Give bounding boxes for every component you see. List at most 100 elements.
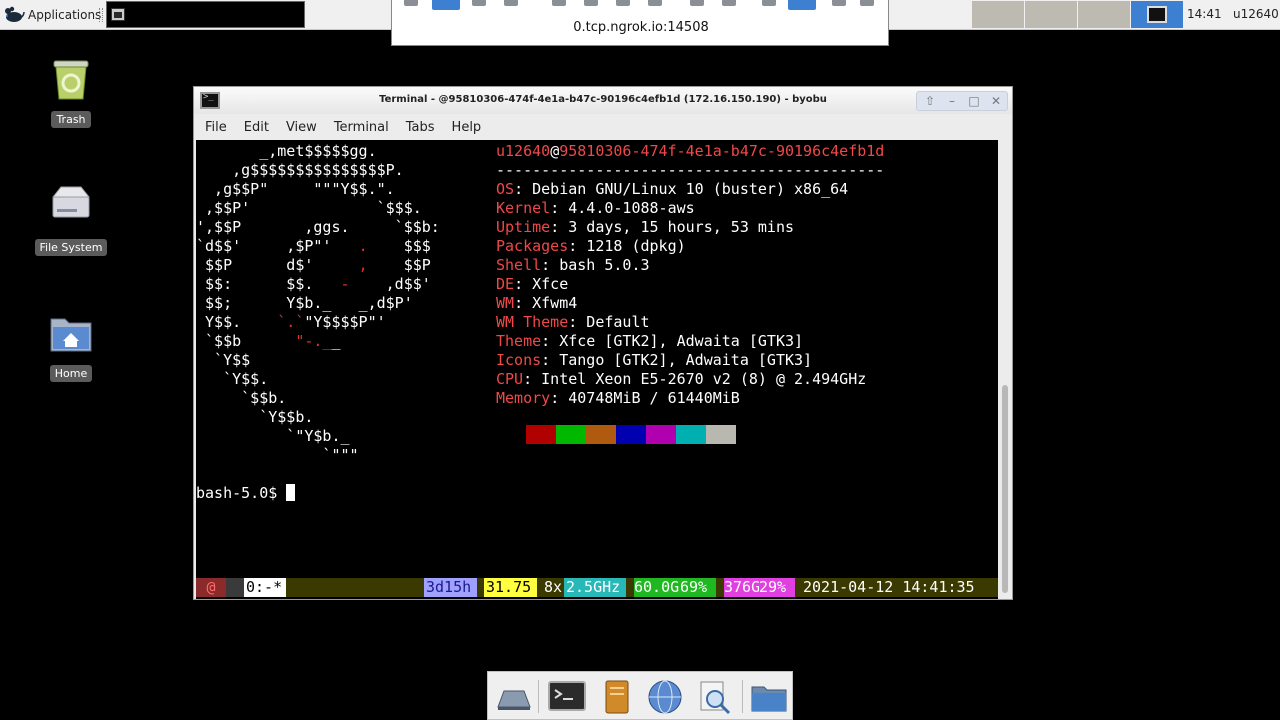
neofetch-field: Shell: bash 5.0.3 bbox=[496, 256, 650, 275]
menu-help[interactable]: Help bbox=[452, 120, 482, 135]
byobu-window[interactable]: 0:-* bbox=[244, 578, 286, 597]
terminal-scrollbar[interactable] bbox=[998, 140, 1012, 599]
desktop-icon-home[interactable]: Home bbox=[31, 309, 111, 382]
vnc-toolbar-icon[interactable] bbox=[472, 0, 486, 6]
app-finder-icon[interactable] bbox=[695, 679, 733, 715]
byobu-disk-pct: 29% bbox=[759, 578, 795, 597]
hard-drive-icon bbox=[51, 186, 91, 218]
neofetch-field: Memory: 40748MiB / 61440MiB bbox=[496, 389, 740, 408]
scrollbar-thumb[interactable] bbox=[1002, 385, 1008, 593]
dock-separator bbox=[538, 680, 539, 713]
vnc-toolbar-icon[interactable] bbox=[860, 0, 874, 6]
ascii-art-line: `""" bbox=[196, 446, 359, 464]
menu-view[interactable]: View bbox=[286, 120, 317, 135]
menu-terminal[interactable]: Terminal bbox=[334, 120, 389, 135]
desktop-icon-label: Trash bbox=[51, 111, 91, 128]
neofetch-value: : Debian GNU/Linux 10 (buster) x86_64 bbox=[514, 180, 849, 198]
ascii-art-line: $$; Y$b._ _,d$P' bbox=[196, 294, 413, 312]
neofetch-field: Icons: Tango [GTK2], Adwaita [GTK3] bbox=[496, 351, 812, 370]
desktop-icon-label: File System bbox=[34, 239, 108, 256]
vnc-toolbar-icon[interactable] bbox=[432, 0, 460, 10]
file-manager-icon[interactable] bbox=[598, 679, 636, 715]
neofetch-value: : Xfwm4 bbox=[514, 294, 578, 312]
workspace-4-active[interactable] bbox=[1131, 1, 1183, 28]
ascii-art-line: `"Y$b._ bbox=[196, 427, 350, 445]
ascii-art-line: Y$$. `.`"Y$$$$P"' bbox=[196, 313, 386, 331]
vnc-toolbar-icon[interactable] bbox=[722, 0, 736, 6]
desktop-icon-file-system[interactable]: File System bbox=[31, 183, 111, 256]
byobu-logo: @ bbox=[196, 578, 226, 597]
ascii-art-line: _,met$$$$$gg. bbox=[196, 142, 377, 160]
workspace-3[interactable] bbox=[1078, 1, 1130, 28]
web-browser-icon[interactable] bbox=[646, 679, 684, 715]
roll-up-icon[interactable]: ⇧ bbox=[919, 92, 941, 110]
neofetch-key: Icons bbox=[496, 351, 542, 369]
terminal-emulator-icon[interactable] bbox=[548, 679, 586, 715]
byobu-cpu-count: 8x bbox=[544, 578, 563, 596]
neofetch-field: Packages: 1218 (dpkg) bbox=[496, 237, 686, 256]
terminal-icon bbox=[1147, 6, 1167, 23]
vnc-toolbar-icon[interactable] bbox=[616, 0, 630, 6]
neofetch-key: Packages bbox=[496, 237, 569, 255]
byobu-status-bar: @ 0:-* 3d15h 31.75 8x 2.5GHz 60.0G 69% 3… bbox=[196, 578, 998, 597]
neofetch-value: : 3 days, 15 hours, 53 mins bbox=[550, 218, 795, 236]
vnc-address: 0.tcp.ngrok.io:14508 bbox=[573, 20, 709, 35]
color-swatch bbox=[676, 425, 706, 444]
color-swatch bbox=[616, 425, 646, 444]
vnc-toolbar-icon[interactable] bbox=[404, 0, 418, 6]
neofetch-field: DE: Xfce bbox=[496, 275, 568, 294]
shell-prompt[interactable]: bash-5.0$ bbox=[196, 484, 296, 503]
menu-file[interactable]: File bbox=[205, 120, 227, 135]
window-title: Terminal - @95810306-474f-4e1a-b47c-9019… bbox=[379, 94, 827, 105]
panel-user[interactable]: u12640 bbox=[1233, 7, 1279, 21]
vnc-toolbar-icons bbox=[392, 0, 890, 10]
color-swatch bbox=[586, 425, 616, 444]
desktop-icon-trash[interactable]: Trash bbox=[31, 55, 111, 128]
show-desktop-icon[interactable] bbox=[494, 679, 532, 715]
vnc-toolbar-icon[interactable] bbox=[690, 0, 704, 6]
ascii-art-line: `Y$$b. bbox=[196, 408, 314, 426]
byobu-disk-total: 376G bbox=[724, 578, 761, 597]
ascii-art-line: ,g$$$$$$$$$$$$$$$P. bbox=[196, 161, 404, 179]
terminal-icon bbox=[111, 8, 125, 21]
vnc-toolbar-icon[interactable] bbox=[552, 0, 566, 6]
vnc-toolbar-icon[interactable] bbox=[504, 0, 518, 6]
vnc-toolbar-icon[interactable] bbox=[648, 0, 662, 6]
neofetch-key: Shell bbox=[496, 256, 542, 274]
terminal-screen[interactable]: _,met$$$$$gg. ,g$$$$$$$$$$$$$$$P. ,g$$P"… bbox=[196, 140, 998, 599]
panel-clock[interactable]: 14:41 bbox=[1187, 7, 1222, 21]
applications-menu-button[interactable]: Applications bbox=[3, 3, 101, 27]
applications-label: Applications bbox=[28, 8, 102, 22]
menu-tabs[interactable]: Tabs bbox=[406, 120, 435, 135]
neofetch-value: : Tango [GTK2], Adwaita [GTK3] bbox=[541, 351, 813, 369]
maximize-icon[interactable]: □ bbox=[963, 92, 985, 110]
neofetch-value: : bash 5.0.3 bbox=[541, 256, 650, 274]
menu-edit[interactable]: Edit bbox=[244, 120, 269, 135]
minimize-icon[interactable]: – bbox=[941, 92, 963, 110]
vnc-toolbar-icon[interactable] bbox=[762, 0, 776, 6]
neofetch-field: Theme: Xfce [GTK2], Adwaita [GTK3] bbox=[496, 332, 803, 351]
neofetch-value: : Intel Xeon E5-2670 v2 (8) @ 2.494GHz bbox=[523, 370, 867, 388]
vnc-toolbar-icon[interactable] bbox=[584, 0, 598, 6]
neofetch-value: : 4.4.0-1088-aws bbox=[550, 199, 695, 217]
window-titlebar[interactable]: Terminal - @95810306-474f-4e1a-b47c-9019… bbox=[194, 87, 1012, 114]
neofetch-field: WM: Xfwm4 bbox=[496, 294, 577, 313]
neofetch-value: : 40748MiB / 61440MiB bbox=[550, 389, 740, 407]
close-icon[interactable]: ✕ bbox=[985, 92, 1007, 110]
window-buttons: ⇧ – □ ✕ bbox=[916, 91, 1008, 111]
folder-icon[interactable] bbox=[750, 679, 788, 715]
color-swatch bbox=[556, 425, 586, 444]
taskbar-terminal-button[interactable] bbox=[106, 1, 305, 28]
workspace-2[interactable] bbox=[1025, 1, 1077, 28]
trash-icon bbox=[53, 60, 89, 100]
neofetch-field: Uptime: 3 days, 15 hours, 53 mins bbox=[496, 218, 794, 237]
byobu-cpu-freq: 2.5GHz bbox=[564, 578, 626, 597]
vnc-toolbar-icon[interactable] bbox=[788, 0, 816, 10]
ascii-art-line: `Y$$ bbox=[196, 351, 251, 369]
neofetch-field: Kernel: 4.4.0-1088-aws bbox=[496, 199, 695, 218]
ascii-art-line: $$P d$' , $$P bbox=[196, 256, 431, 274]
neofetch-value: : Xfce bbox=[514, 275, 569, 293]
workspace-1[interactable] bbox=[972, 1, 1024, 28]
byobu-mem-pct: 69% bbox=[680, 578, 716, 597]
vnc-toolbar-icon[interactable] bbox=[832, 0, 846, 6]
